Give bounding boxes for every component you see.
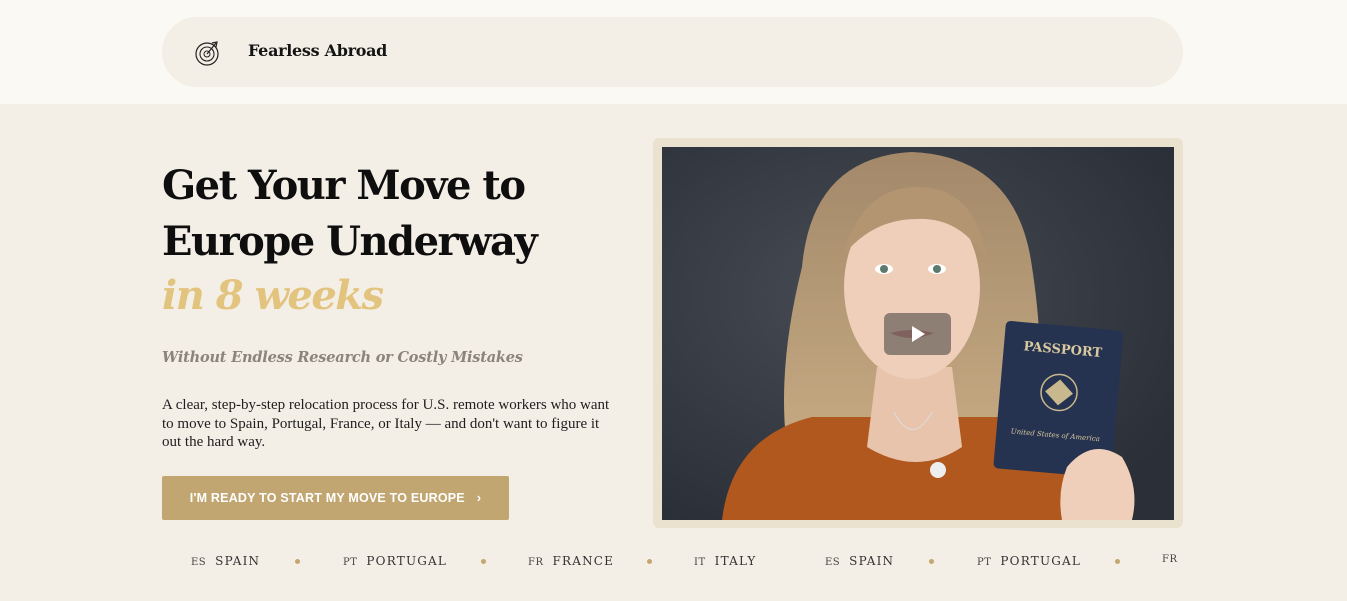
hero-description: A clear, step-by-step relocation process…	[162, 397, 610, 450]
video-player[interactable]: PASSPORT United States of America	[662, 147, 1174, 520]
ticker-item: PT PORTUGAL	[343, 554, 447, 568]
ticker-code: PT	[977, 557, 992, 568]
top-bar: Fearless Abroad	[0, 0, 1347, 104]
ticker-code: FR	[528, 557, 544, 568]
ticker-dot	[929, 559, 934, 564]
ticker-item: ES SPAIN	[191, 554, 260, 568]
ticker-dot	[1115, 559, 1120, 564]
ticker-code: ES	[191, 557, 207, 568]
ticker-code: ES	[825, 557, 841, 568]
ticker-item: FR	[1162, 554, 1183, 565]
ticker-code: PT	[343, 557, 358, 568]
play-icon	[912, 326, 925, 342]
ticker-name: PORTUGAL	[1000, 554, 1082, 568]
ticker-code: FR	[1162, 554, 1178, 565]
hero-accent: in 8 weeks	[162, 272, 384, 319]
cta-label: I'M READY TO START MY MOVE TO EUROPE	[189, 491, 465, 505]
cta-button[interactable]: I'M READY TO START MY MOVE TO EUROPE ›	[162, 476, 509, 520]
ticker-name: SPAIN	[849, 554, 895, 568]
ticker-name: FRANCE	[552, 554, 615, 568]
ticker-item: ES SPAIN	[825, 554, 894, 568]
navbar: Fearless Abroad	[162, 17, 1183, 87]
ticker-item: FR FRANCE	[528, 554, 614, 568]
ticker-dot	[295, 559, 300, 564]
play-button[interactable]	[884, 313, 951, 355]
ticker-name: SPAIN	[215, 554, 261, 568]
hero-title-line1: Get Your Move to	[162, 162, 526, 209]
ticker-dot	[481, 559, 486, 564]
hero-title: Get Your Move to Europe Underway	[162, 158, 538, 270]
chevron-right-icon: ›	[476, 491, 482, 505]
ticker-item: IT ITALY	[694, 554, 757, 568]
hero-subtitle: Without Endless Research or Costly Mista…	[162, 349, 523, 366]
hero-title-line2: Europe Underway	[162, 218, 538, 265]
ticker-name: ITALY	[714, 554, 757, 568]
ticker-item: PT PORTUGAL	[977, 554, 1081, 568]
country-ticker: ES SPAIN PT PORTUGAL FR FRANCE IT ITALY …	[162, 552, 1183, 572]
ticker-dot	[647, 559, 652, 564]
video-frame: PASSPORT United States of America	[653, 138, 1183, 528]
ticker-name: PORTUGAL	[366, 554, 448, 568]
ticker-code: IT	[694, 557, 706, 568]
compass-arrow-icon[interactable]	[194, 38, 224, 68]
brand-name[interactable]: Fearless Abroad	[248, 41, 387, 60]
